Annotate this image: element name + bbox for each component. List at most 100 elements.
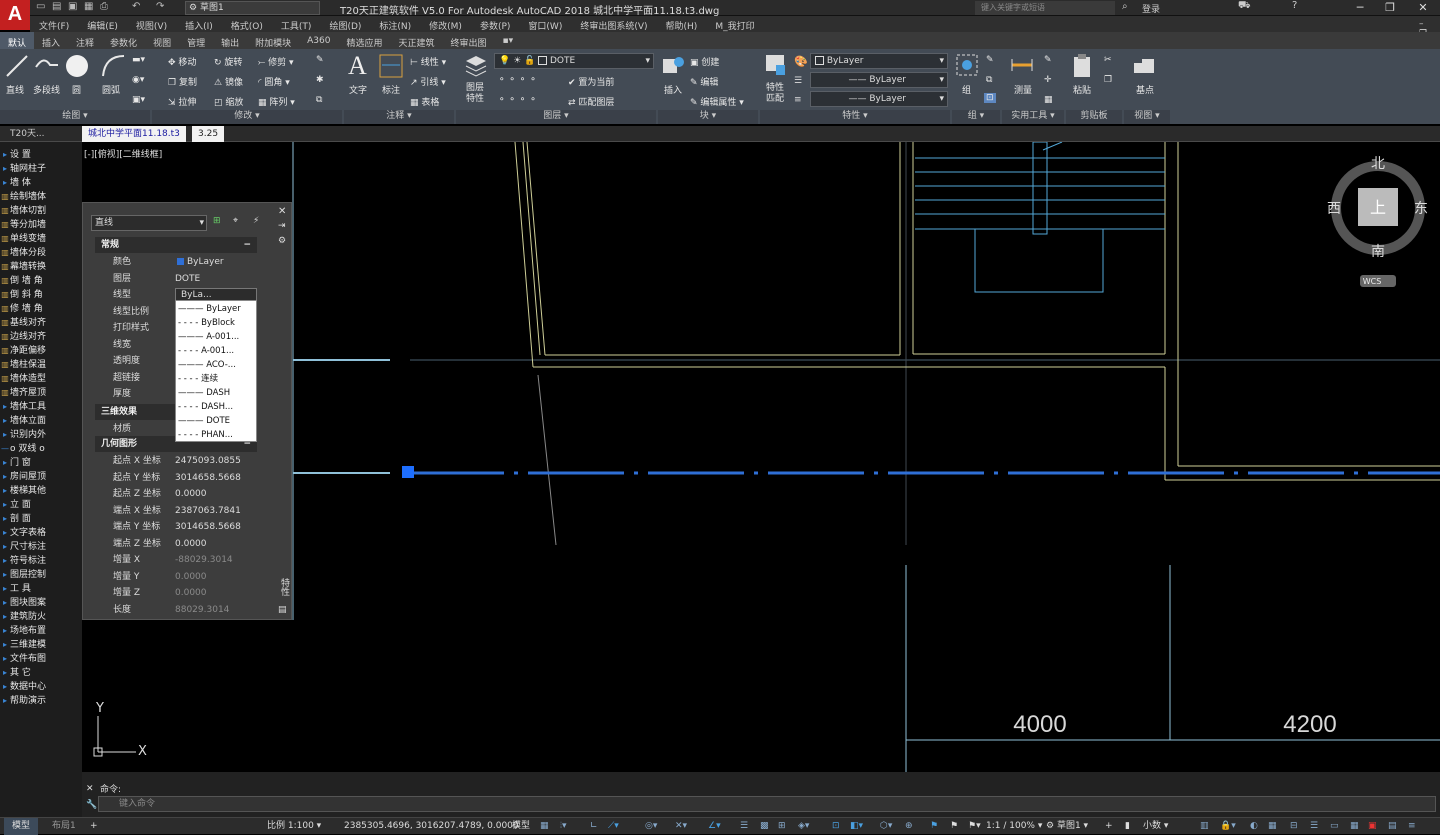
palette-item[interactable]: ▸ 符号标注: [0, 554, 82, 568]
palette-item[interactable]: ▸ 墙 体: [0, 176, 82, 190]
units-dropdown[interactable]: 小数 ▾: [1143, 818, 1168, 835]
explode-icon[interactable]: ✱: [316, 75, 324, 85]
menu-help[interactable]: 帮助(H): [657, 16, 707, 32]
tab-model[interactable]: 模型: [4, 818, 39, 835]
linear-dim-button[interactable]: ⊢ 线性 ▾: [410, 55, 446, 68]
base-view-icon[interactable]: [1132, 55, 1156, 75]
tab-a360[interactable]: A360: [299, 32, 338, 49]
trim-button[interactable]: ⤚ 修剪 ▾: [258, 55, 293, 68]
palette-item[interactable]: ▸ 帮助演示: [0, 694, 82, 708]
property-row[interactable]: 颜色 ByLayer: [83, 254, 258, 270]
calculator-icon[interactable]: ▦: [1044, 95, 1053, 105]
palette-item[interactable]: ▸ 识别内外: [0, 428, 82, 442]
status-tool-icon-1[interactable]: ☰: [1310, 818, 1318, 835]
object-type-dropdown[interactable]: 直线 ▾: [91, 215, 207, 231]
tab-tangent-arch[interactable]: 天正建筑: [390, 32, 442, 49]
create-block-button[interactable]: ▣ 创建: [690, 55, 719, 68]
match-layer-button[interactable]: ⇄ 匹配图层: [568, 95, 614, 108]
tab-annotate[interactable]: 注释: [68, 32, 102, 49]
command-input[interactable]: 键入命令: [98, 796, 1436, 812]
tab-addins[interactable]: 附加模块: [247, 32, 299, 49]
isolate-objects-icon[interactable]: ◐: [1250, 818, 1258, 835]
quick-properties-icon[interactable]: ▥: [1200, 818, 1209, 835]
palette-item[interactable]: ▸ 设 置: [0, 148, 82, 162]
layer-tools-row1[interactable]: ⚬ ⚬ ⚬ ⚬: [498, 75, 537, 85]
palette-item[interactable]: ▥倒 斜 角: [0, 288, 82, 302]
palette-item[interactable]: ▥倒 墙 角: [0, 274, 82, 288]
insert-block-label[interactable]: 插入: [664, 83, 682, 96]
menu-insert[interactable]: 插入(I): [176, 16, 222, 32]
annotation-monitor-icon[interactable]: ⊕: [905, 818, 913, 835]
gizmo-icon[interactable]: ⬡▾: [880, 818, 892, 835]
palette-item[interactable]: ▸ 工 具: [0, 582, 82, 596]
rectangle-icon[interactable]: ▬▾: [132, 55, 145, 65]
3d-osnap-icon[interactable]: ◈▾: [798, 818, 809, 835]
palette-item[interactable]: ▸ 墙体工具: [0, 400, 82, 414]
dimension-tool-icon[interactable]: [378, 53, 404, 79]
property-row[interactable]: 增量 Y 0.0000: [83, 569, 258, 585]
property-row[interactable]: 端点 Y 坐标 3014658.5668: [83, 519, 258, 535]
lineweight-toggle-icon[interactable]: ☰: [740, 818, 748, 835]
tab-final-print[interactable]: 终审出图: [443, 32, 495, 49]
property-row[interactable]: 端点 Z 坐标 0.0000: [83, 536, 258, 552]
palette-item[interactable]: ▸ 其 它: [0, 666, 82, 680]
property-row[interactable]: 起点 X 坐标 2475093.0855: [83, 453, 258, 469]
linetype-option[interactable]: - - - - 连续: [178, 372, 256, 386]
palette-item[interactable]: ▥墙齐屋顶: [0, 386, 82, 400]
menu-tools[interactable]: 工具(T): [272, 16, 321, 32]
tab-layout1[interactable]: 布局1: [46, 818, 82, 835]
status-tool-icon-5[interactable]: ▤: [1388, 818, 1397, 835]
palette-item[interactable]: ▸ 文件布图: [0, 652, 82, 666]
match-properties-icon[interactable]: [764, 53, 788, 77]
palette-item[interactable]: ▸ 墙体立面: [0, 414, 82, 428]
dynamic-input-icon[interactable]: ⊡: [832, 818, 840, 835]
panel-title-clipboard[interactable]: 剪贴板: [1066, 110, 1122, 124]
rotate-button[interactable]: ↻ 旋转: [214, 55, 242, 68]
linetype-dropdown-list[interactable]: ——— ByLayer - - - - ByBlock ——— A-001... - …: [175, 300, 257, 442]
ortho-icon[interactable]: ∟: [590, 818, 598, 835]
auto-scale-icon[interactable]: ⚑: [950, 818, 958, 835]
property-row[interactable]: 长度 88029.3014: [83, 602, 258, 618]
palette-item[interactable]: ▥等分加墙: [0, 218, 82, 232]
status-tool-icon-4[interactable]: ▣: [1368, 818, 1377, 835]
add-layout-icon[interactable]: +: [90, 818, 98, 835]
palette-item[interactable]: ▸ 楼梯其他: [0, 484, 82, 498]
linetype-dropdown[interactable]: —— ByLayer ▾: [810, 72, 948, 88]
redo-icon[interactable]: ↷: [156, 1, 164, 15]
property-row[interactable]: 图层 DOTE: [83, 271, 258, 287]
panel-title-groups[interactable]: 组 ▾: [952, 110, 1000, 124]
linetype-option[interactable]: ——— ByLayer: [178, 302, 256, 316]
dimension-tool-label[interactable]: 标注: [382, 83, 400, 96]
palette-item[interactable]: ▸ 数据中心: [0, 680, 82, 694]
print-icon[interactable]: ⎙: [100, 1, 108, 15]
selection-cycling-icon[interactable]: ⊞: [778, 818, 786, 835]
palette-item[interactable]: ▥净距偏移: [0, 344, 82, 358]
linetype-option[interactable]: ——— ACO-...: [178, 358, 256, 372]
palette-item[interactable]: ▥墙体造型: [0, 372, 82, 386]
collapse-icon[interactable]: −: [243, 237, 251, 253]
linetype-option[interactable]: - - - - A-001...: [178, 344, 256, 358]
palette-item[interactable]: ▸ 图层控制: [0, 568, 82, 582]
linetype-option[interactable]: ——— DASH: [178, 386, 256, 400]
property-row[interactable]: 起点 Z 坐标 0.0000: [83, 486, 258, 502]
menu-final-print[interactable]: 终审出图系统(V): [571, 16, 656, 32]
open-icon[interactable]: ▤: [52, 1, 61, 15]
group-icon[interactable]: [955, 53, 979, 77]
close-icon[interactable]: ✕: [1408, 0, 1438, 16]
edit-attr-button[interactable]: ✎ 编辑属性 ▾: [690, 95, 744, 108]
palette-item[interactable]: ▸ 建筑防火: [0, 610, 82, 624]
cart-icon[interactable]: ⛟: [1238, 0, 1251, 13]
status-tool-icon-2[interactable]: ▭: [1330, 818, 1339, 835]
palette-item[interactable]: ▥绘制墙体: [0, 190, 82, 204]
autocad-logo[interactable]: A: [0, 0, 30, 30]
property-row[interactable]: 起点 Y 坐标 3014658.5668: [83, 470, 258, 486]
property-row[interactable]: 增量 X -88029.3014: [83, 552, 258, 568]
layer-properties-icon[interactable]: [464, 53, 488, 77]
layer-properties-label[interactable]: 图层特性: [466, 83, 488, 105]
menu-edit[interactable]: 编辑(E): [78, 16, 127, 32]
tab-manage[interactable]: 管理: [179, 32, 213, 49]
palette-item[interactable]: ▥幕墙转换: [0, 260, 82, 274]
color-dropdown[interactable]: ByLayer ▾: [810, 53, 948, 69]
property-row[interactable]: 端点 X 坐标 2387063.7841: [83, 503, 258, 519]
model-space-button[interactable]: 模型: [512, 818, 530, 835]
